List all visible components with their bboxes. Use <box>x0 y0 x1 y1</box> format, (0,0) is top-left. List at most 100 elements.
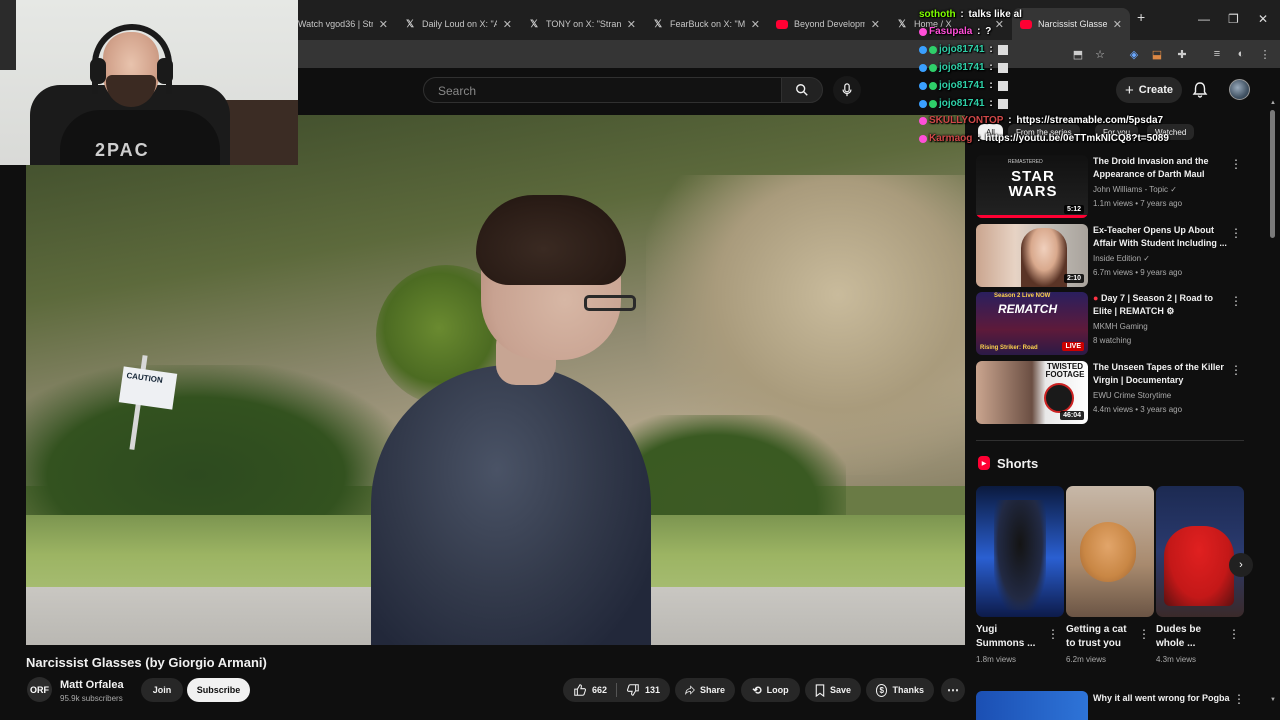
more-options-icon[interactable]: ⋮ <box>1138 627 1150 641</box>
bookmark-icon <box>815 683 825 697</box>
recommendation-channel[interactable]: EWU Crime Storytime <box>1093 391 1171 400</box>
notifications-bell-icon[interactable] <box>1190 80 1210 100</box>
dislike-button[interactable]: 131 <box>626 683 660 697</box>
tab-tony[interactable]: 𝕏 TONY on X: "Strange ✕ <box>520 8 644 40</box>
search-button[interactable] <box>781 77 823 103</box>
close-tab-icon[interactable]: ✕ <box>1113 18 1122 31</box>
video-duration: 46:04 <box>1060 411 1084 420</box>
account-avatar[interactable] <box>1229 79 1250 100</box>
channel-avatar[interactable]: ORF <box>27 677 52 702</box>
x-icon: 𝕏 <box>653 18 663 30</box>
close-tab-icon[interactable]: ✕ <box>503 18 512 31</box>
more-actions-button[interactable]: ⋯ <box>941 678 965 702</box>
short-thumbnail[interactable] <box>1066 486 1154 617</box>
media-control-icon[interactable]: ≡ <box>1210 47 1224 61</box>
tab-label: TONY on X: "Strange <box>546 19 621 29</box>
recommendation-title[interactable]: ● Day 7 | Season 2 | Road to Elite | REM… <box>1093 292 1229 318</box>
short-thumbnail[interactable] <box>1156 486 1244 617</box>
more-options-icon[interactable]: ⋮ <box>1230 157 1242 171</box>
extensions-puzzle-icon[interactable]: ✚ <box>1175 47 1189 61</box>
close-window-button[interactable]: ✕ <box>1258 12 1268 26</box>
recommendation-title[interactable]: The Droid Invasion and the Appearance of… <box>1093 155 1229 181</box>
thumbnail-red-strip <box>976 215 1088 218</box>
recommendation-thumbnail[interactable]: 2:10 <box>976 224 1088 287</box>
loop-button[interactable]: ⟲ Loop <box>741 678 800 702</box>
chat-badge-icon <box>929 81 937 90</box>
video-person-glasses <box>584 295 636 311</box>
recommendation-item[interactable]: TWISTED FOOTAGE 46:04 The Unseen Tapes o… <box>976 361 1248 425</box>
chat-link[interactable]: https://streamable.com/5psda7 <box>1016 115 1163 126</box>
search-input[interactable]: Search <box>423 77 782 103</box>
thanks-button[interactable]: $ Thanks <box>866 678 934 702</box>
channel-name[interactable]: Matt Orfalea <box>60 679 124 691</box>
recommendation-channel[interactable]: John Williams - Topic ✓ <box>1093 185 1177 194</box>
minimize-button[interactable]: — <box>1198 12 1210 26</box>
chat-separator: : <box>1005 115 1015 126</box>
more-options-icon[interactable]: ⋮ <box>1230 226 1242 240</box>
chat-badge-icon <box>919 45 927 54</box>
more-options-icon[interactable]: ⋮ <box>1230 363 1242 377</box>
voice-search-button[interactable] <box>833 76 861 104</box>
recommendation-channel[interactable]: MKMH Gaming <box>1093 322 1148 331</box>
recommendation-item[interactable]: 2:10 Ex-Teacher Opens Up About Affair Wi… <box>976 224 1248 288</box>
chat-message: jojo81741 : <box>919 98 1008 109</box>
more-options-icon[interactable]: ⋮ <box>1233 692 1245 706</box>
recommendation-title[interactable]: Ex-Teacher Opens Up About Affair With St… <box>1093 224 1229 250</box>
tab-fearbuck[interactable]: 𝕏 FearBuck on X: "Man ✕ <box>644 8 768 40</box>
recommendation-thumbnail[interactable]: Season 2 Live NOW REMATCH Rising Striker… <box>976 292 1088 355</box>
tab-narcissist-glasses[interactable]: Narcissist Glasses (by ✕ <box>1012 8 1130 40</box>
scroll-down-arrow-icon[interactable]: ▼ <box>1270 697 1276 703</box>
recommendation-channel[interactable]: Inside Edition ✓ <box>1093 254 1150 263</box>
new-tab-button[interactable]: + <box>1137 9 1145 25</box>
tab-twitch[interactable]: Watch vgod36 | Strea ✕ <box>290 8 396 40</box>
close-tab-icon[interactable]: ✕ <box>751 18 760 31</box>
like-button[interactable]: 662 <box>573 683 607 697</box>
more-options-icon[interactable]: ⋮ <box>1228 627 1240 641</box>
tab-beyond-development[interactable]: Beyond Developme ✕ <box>768 8 888 40</box>
scroll-up-arrow-icon[interactable]: ▲ <box>1270 100 1276 106</box>
thumbnail-bottom-text: Rising Striker: Road <box>980 345 1038 351</box>
chat-badge-icon <box>919 63 927 72</box>
shorts-next-arrow-icon[interactable]: › <box>1229 553 1253 577</box>
thumbnail-mid-text: REMATCH <box>998 302 1058 316</box>
bookmark-star-icon[interactable]: ☆ <box>1093 47 1107 61</box>
install-app-icon[interactable]: ⬒ <box>1071 47 1085 61</box>
like-dislike-group: 662 131 <box>563 678 670 702</box>
tab-daily-loud[interactable]: 𝕏 Daily Loud on X: "A m ✕ <box>396 8 520 40</box>
video-player[interactable]: CAUTION <box>26 115 965 645</box>
short-thumbnail[interactable] <box>976 486 1064 617</box>
more-options-icon[interactable]: ⋮ <box>1230 294 1242 308</box>
maximize-button[interactable]: ❐ <box>1228 12 1239 26</box>
recommendation-thumbnail[interactable] <box>976 691 1088 720</box>
recommendation-title[interactable]: Why it all went wrong for Pogba <box>1093 693 1230 703</box>
verified-check-icon: ✓ <box>1170 185 1177 194</box>
x-icon: 𝕏 <box>529 18 539 30</box>
chat-link[interactable]: https://youtu.be/0eTTmkNICQ8?t=5089 <box>985 133 1169 144</box>
save-button[interactable]: Save <box>805 678 861 702</box>
share-button[interactable]: Share <box>675 678 735 702</box>
close-tab-icon[interactable]: ✕ <box>379 18 388 31</box>
recommendation-meta: 1.1m views • 7 years ago <box>1093 199 1183 208</box>
search-icon <box>796 84 808 96</box>
short-title[interactable]: Yugi Summons ... <box>976 623 1048 651</box>
chat-separator: : <box>957 9 967 20</box>
create-button[interactable]: + Create <box>1116 77 1182 103</box>
short-title[interactable]: Dudes be whole ... <box>1156 623 1228 651</box>
close-tab-icon[interactable]: ✕ <box>627 18 636 31</box>
profile-icon[interactable]: ◐ <box>1234 47 1248 61</box>
extension-audio-icon[interactable]: ◈ <box>1127 47 1141 61</box>
recommendation-item[interactable]: REMASTERED STAR WARS 5:12 The Droid Inva… <box>976 155 1248 219</box>
recommendation-thumbnail[interactable]: TWISTED FOOTAGE 46:04 <box>976 361 1088 424</box>
more-options-icon[interactable]: ⋮ <box>1047 627 1059 641</box>
recommendation-thumbnail[interactable]: REMASTERED STAR WARS 5:12 <box>976 155 1088 218</box>
extension-icon[interactable]: ⬓ <box>1150 47 1164 61</box>
close-tab-icon[interactable]: ✕ <box>871 18 880 31</box>
browser-menu-icon[interactable]: ⋮ <box>1258 47 1272 61</box>
recommendation-title[interactable]: The Unseen Tapes of the Killer Virgin | … <box>1093 361 1229 387</box>
recommendation-item[interactable]: Season 2 Live NOW REMATCH Rising Striker… <box>976 292 1248 356</box>
join-button[interactable]: Join <box>141 678 183 702</box>
scrollbar-thumb[interactable] <box>1270 110 1275 238</box>
chat-badge-icon <box>919 81 927 90</box>
short-title[interactable]: Getting a cat to trust you <box>1066 623 1138 651</box>
subscribe-button[interactable]: Subscribe <box>187 678 250 702</box>
